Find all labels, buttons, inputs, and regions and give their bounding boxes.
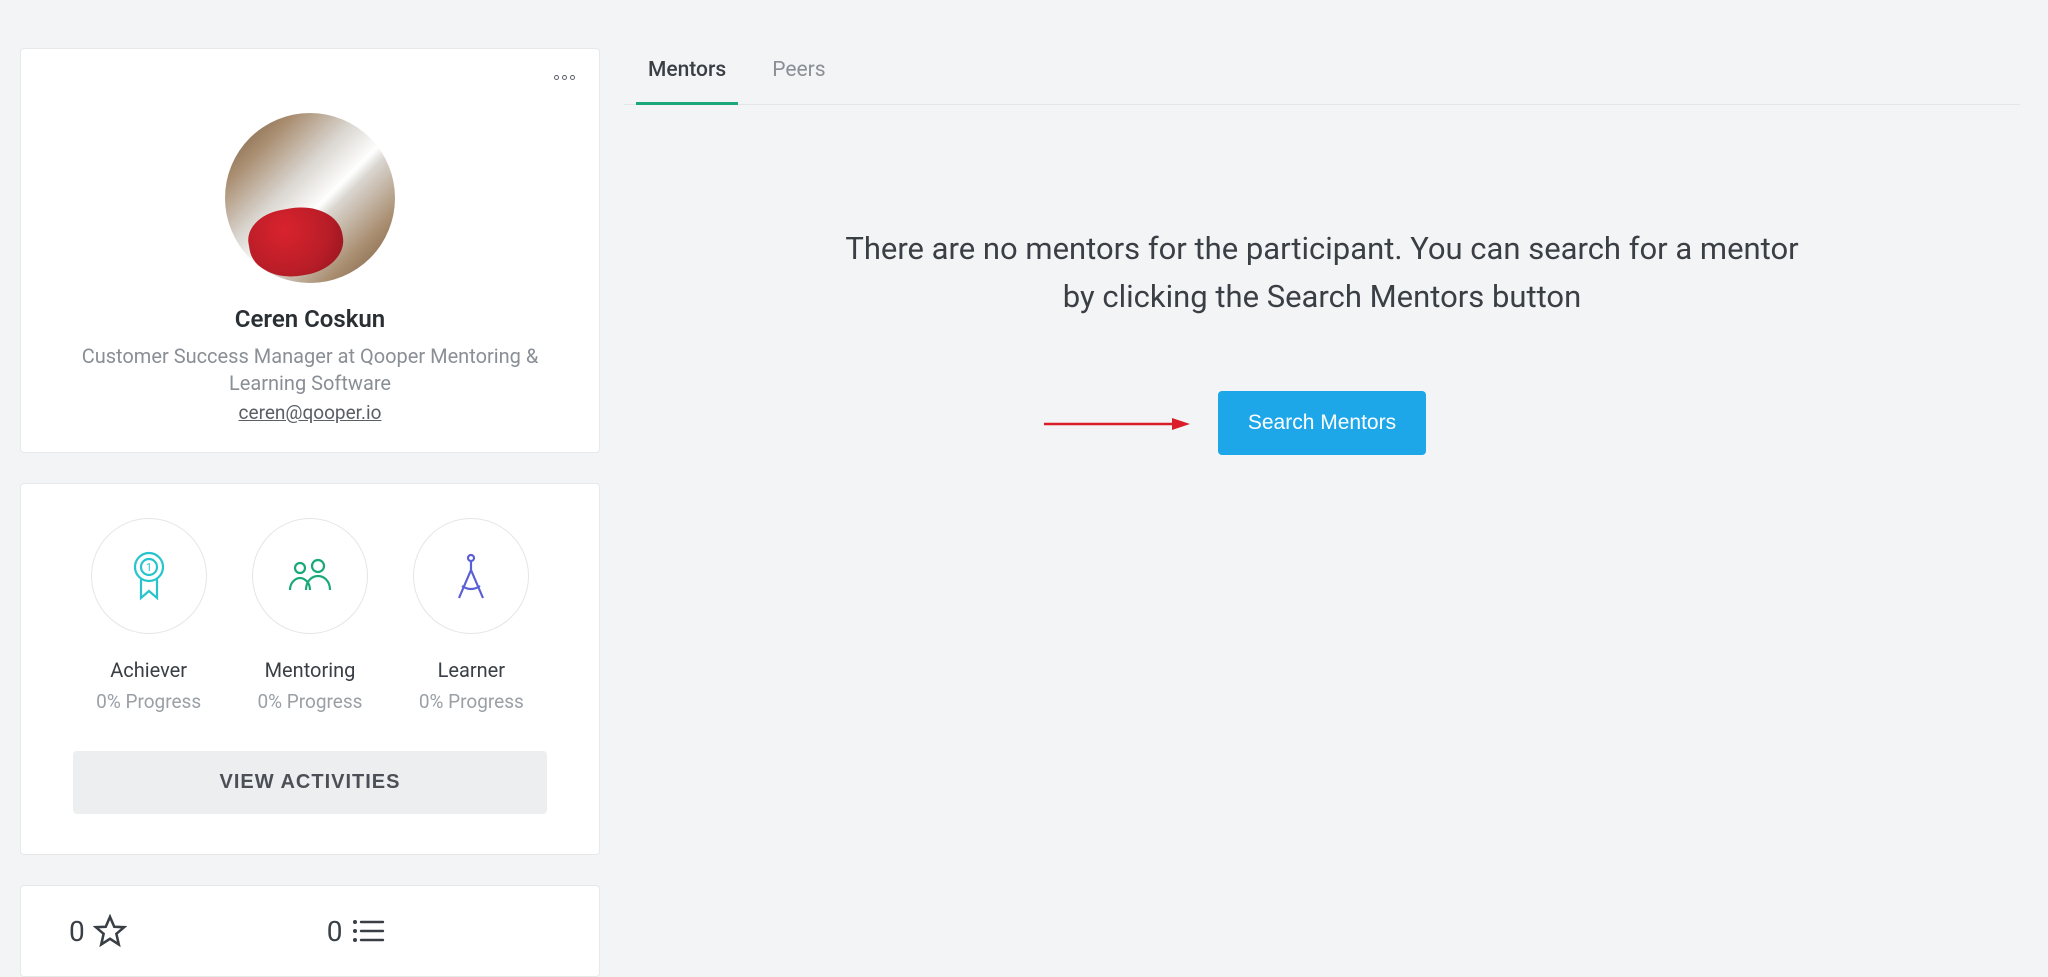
star-icon bbox=[93, 914, 127, 948]
search-mentors-button[interactable]: Search Mentors bbox=[1218, 391, 1426, 455]
badge-mentoring: Mentoring 0% Progress bbox=[234, 518, 385, 713]
more-icon bbox=[554, 75, 575, 80]
badge-label: Learner bbox=[396, 658, 547, 682]
badge-achiever: 1 Achiever 0% Progress bbox=[73, 518, 224, 713]
stat-stars-value: 0 bbox=[69, 915, 85, 948]
ribbon-icon: 1 bbox=[91, 518, 207, 634]
badge-label: Achiever bbox=[73, 658, 224, 682]
profile-card: Ceren Coskun Customer Success Manager at… bbox=[20, 48, 600, 453]
more-options-button[interactable] bbox=[549, 67, 579, 87]
stat-stars: 0 bbox=[69, 914, 127, 948]
people-icon bbox=[252, 518, 368, 634]
arrow-annotation-icon bbox=[1042, 417, 1192, 431]
compass-icon bbox=[413, 518, 529, 634]
tab-mentors[interactable]: Mentors bbox=[646, 48, 728, 104]
sidebar: Ceren Coskun Customer Success Manager at… bbox=[20, 48, 600, 977]
profile-email-link[interactable]: ceren@qooper.io bbox=[239, 401, 382, 424]
badges-row: 1 Achiever 0% Progress bbox=[73, 518, 547, 713]
empty-state-message: There are no mentors for the participant… bbox=[842, 225, 1802, 321]
list-icon bbox=[351, 917, 385, 945]
stat-list-value: 0 bbox=[327, 915, 343, 948]
tabs: Mentors Peers bbox=[624, 48, 2020, 105]
badge-learner: Learner 0% Progress bbox=[396, 518, 547, 713]
main-panel: Mentors Peers There are no mentors for t… bbox=[624, 48, 2028, 977]
profile-name: Ceren Coskun bbox=[45, 305, 575, 333]
svg-text:1: 1 bbox=[146, 561, 152, 574]
avatar bbox=[225, 113, 395, 283]
stats-card: 0 0 bbox=[20, 885, 600, 977]
badge-progress: 0% Progress bbox=[396, 690, 547, 713]
profile-title: Customer Success Manager at Qooper Mento… bbox=[45, 343, 575, 397]
badges-card: 1 Achiever 0% Progress bbox=[20, 483, 600, 855]
badge-progress: 0% Progress bbox=[73, 690, 224, 713]
stat-list: 0 bbox=[327, 915, 385, 948]
empty-state: There are no mentors for the participant… bbox=[624, 105, 2020, 455]
view-activities-button[interactable]: VIEW ACTIVITIES bbox=[73, 751, 547, 814]
badge-progress: 0% Progress bbox=[234, 690, 385, 713]
badge-label: Mentoring bbox=[234, 658, 385, 682]
tab-peers[interactable]: Peers bbox=[770, 48, 827, 104]
